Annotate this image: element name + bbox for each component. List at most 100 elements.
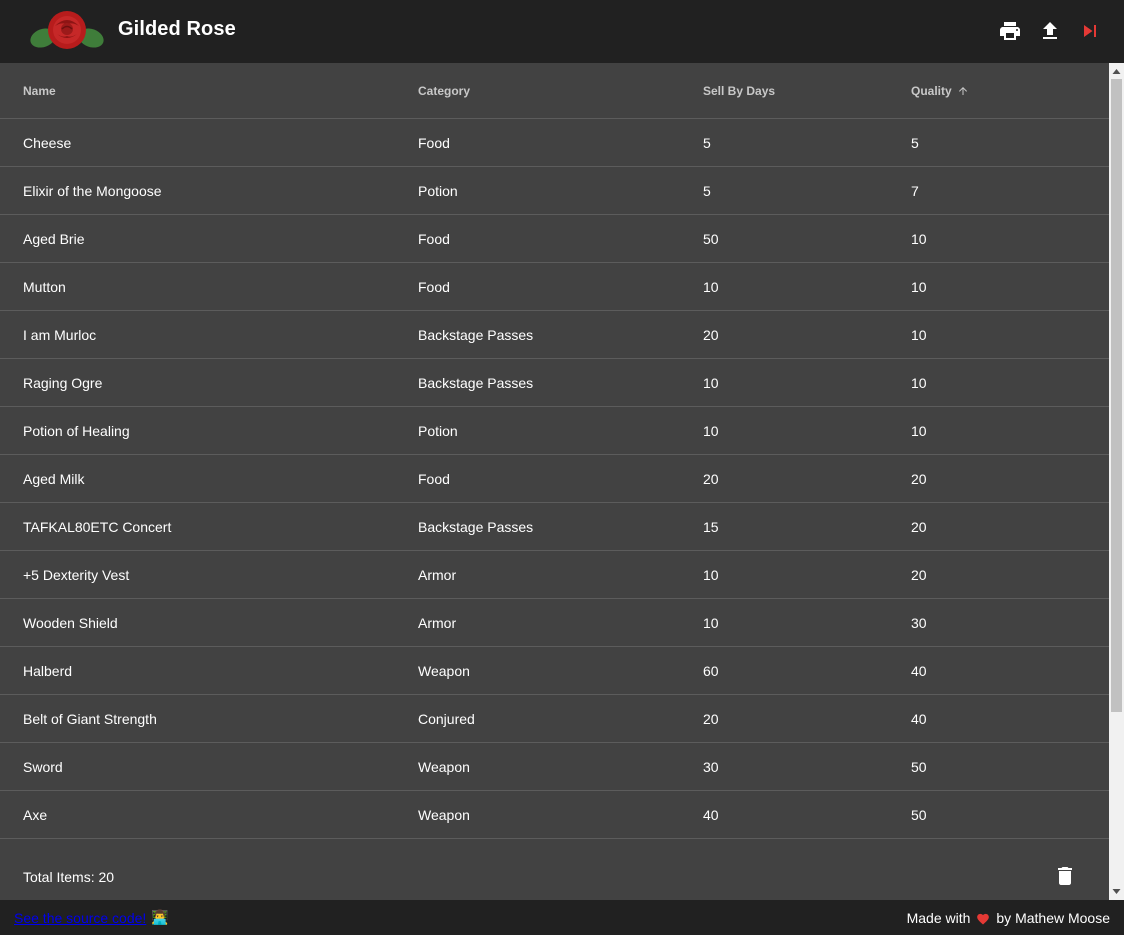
technologist-emoji: 👨‍💻	[151, 909, 169, 925]
cell-quality: 5	[911, 134, 919, 151]
cell-quality: 10	[911, 278, 927, 295]
skip-next-icon	[1084, 25, 1096, 37]
trash-icon	[1058, 867, 1072, 885]
cell-quality: 40	[911, 710, 927, 727]
cell-category: Backstage Passes	[418, 374, 534, 391]
table-row[interactable]: Belt of Giant Strength Conjured 20 40	[0, 695, 1109, 743]
rose-logo	[30, 11, 104, 49]
cell-category: Food	[418, 230, 450, 247]
cell-category: Food	[418, 470, 450, 487]
cell-sell-by-days: 10	[703, 614, 719, 631]
print-button[interactable]	[997, 18, 1023, 44]
made-with-credit: Made with by Mathew Moose	[907, 910, 1110, 926]
bottom-bar: See the source code! 👨‍💻 Made with by Ma…	[0, 900, 1124, 935]
table-row[interactable]: Aged Milk Food 20 20	[0, 455, 1109, 503]
cell-sell-by-days: 10	[703, 422, 719, 439]
cell-sell-by-days: 20	[703, 326, 719, 343]
vertical-scrollbar[interactable]	[1109, 63, 1124, 900]
table-row[interactable]: I am Murloc Backstage Passes 20 10	[0, 311, 1109, 359]
cell-name: Axe	[23, 806, 48, 823]
app-title: Gilded Rose	[118, 18, 236, 40]
table-header: Name Category Sell By Days Quality	[0, 63, 1109, 119]
upload-icon	[1043, 22, 1057, 39]
cell-quality: 50	[911, 758, 927, 775]
cell-name: Elixir of the Mongoose	[23, 182, 162, 199]
cell-sell-by-days: 5	[703, 182, 711, 199]
cell-category: Weapon	[418, 662, 470, 679]
sort-ascending-icon	[958, 86, 967, 95]
cell-sell-by-days: 20	[703, 470, 719, 487]
skip-next-button[interactable]	[1077, 18, 1103, 44]
cell-sell-by-days: 10	[703, 278, 719, 295]
table-row[interactable]: Aged Brie Food 50 10	[0, 215, 1109, 263]
table-row[interactable]: Raging Ogre Backstage Passes 10 10	[0, 359, 1109, 407]
heart-icon	[977, 913, 990, 925]
cell-quality: 10	[911, 422, 927, 439]
scroll-up-arrow-icon[interactable]	[1112, 67, 1121, 76]
cell-category: Weapon	[418, 758, 470, 775]
table-row[interactable]: Elixir of the Mongoose Potion 5 7	[0, 167, 1109, 215]
table-row[interactable]: Axe Weapon 40 50	[0, 791, 1109, 839]
cell-quality: 10	[911, 230, 927, 247]
cell-category: Weapon	[418, 806, 470, 823]
column-header-name[interactable]: Name	[23, 63, 56, 118]
cell-sell-by-days: 10	[703, 374, 719, 391]
cell-sell-by-days: 60	[703, 662, 719, 679]
cell-name: Aged Milk	[23, 470, 85, 487]
cell-name: Halberd	[23, 662, 73, 679]
scrollbar-thumb[interactable]	[1111, 79, 1122, 712]
cell-name: Sword	[23, 758, 63, 775]
table-row[interactable]: +5 Dexterity Vest Armor 10 20	[0, 551, 1109, 599]
cell-category: Backstage Passes	[418, 326, 534, 343]
cell-name: I am Murloc	[23, 326, 97, 343]
cell-name: Cheese	[23, 134, 72, 151]
cell-quality: 7	[911, 182, 919, 199]
cell-quality: 50	[911, 806, 927, 823]
cell-name: +5 Dexterity Vest	[23, 566, 130, 583]
table-row[interactable]: Sword Weapon 30 50	[0, 743, 1109, 791]
made-with-text: Made with	[906, 910, 971, 926]
cell-name: Aged Brie	[23, 230, 85, 247]
cell-category: Conjured	[418, 710, 475, 727]
print-icon	[1000, 22, 1020, 40]
cell-quality: 30	[911, 614, 927, 631]
scroll-down-arrow-icon[interactable]	[1112, 887, 1121, 896]
cell-category: Backstage Passes	[418, 518, 534, 535]
items-table: Name Category Sell By Days Quality Chees…	[0, 63, 1109, 900]
cell-name: TAFKAL80ETC Concert	[23, 518, 172, 535]
table-footer: Total Items: 20	[0, 838, 1109, 900]
cell-sell-by-days: 5	[703, 134, 711, 151]
column-header-quality[interactable]: Quality	[911, 63, 969, 118]
source-code-link[interactable]: See the source code!	[14, 910, 146, 926]
cell-quality: 20	[911, 470, 927, 487]
cell-category: Armor	[418, 614, 457, 631]
column-header-category[interactable]: Category	[418, 63, 470, 118]
cell-category: Potion	[418, 422, 458, 439]
table-row[interactable]: Potion of Healing Potion 10 10	[0, 407, 1109, 455]
column-header-quality-label: Quality	[911, 83, 952, 98]
cell-category: Food	[418, 278, 450, 295]
cell-category: Potion	[418, 182, 458, 199]
cell-name: Wooden Shield	[23, 614, 118, 631]
column-header-sell-by-days[interactable]: Sell By Days	[703, 63, 775, 118]
table-row[interactable]: TAFKAL80ETC Concert Backstage Passes 15 20	[0, 503, 1109, 551]
cell-name: Raging Ogre	[23, 374, 103, 391]
total-items-label: Total Items: 20	[23, 869, 115, 885]
upload-button[interactable]	[1037, 18, 1063, 44]
table-row[interactable]: Cheese Food 5 5	[0, 119, 1109, 167]
cell-quality: 10	[911, 326, 927, 343]
cell-quality: 10	[911, 374, 927, 391]
author-text: by Mathew Moose	[996, 910, 1110, 926]
cell-sell-by-days: 20	[703, 710, 719, 727]
cell-sell-by-days: 40	[703, 806, 719, 823]
cell-name: Potion of Healing	[23, 422, 130, 439]
table-row[interactable]: Halberd Weapon 60 40	[0, 647, 1109, 695]
table-row[interactable]: Wooden Shield Armor 10 30	[0, 599, 1109, 647]
table-row[interactable]: Mutton Food 10 10	[0, 263, 1109, 311]
delete-button[interactable]	[1053, 864, 1077, 888]
cell-name: Belt of Giant Strength	[23, 710, 157, 727]
cell-name: Mutton	[23, 278, 66, 295]
cell-category: Food	[418, 134, 450, 151]
cell-quality: 40	[911, 662, 927, 679]
cell-quality: 20	[911, 566, 927, 583]
